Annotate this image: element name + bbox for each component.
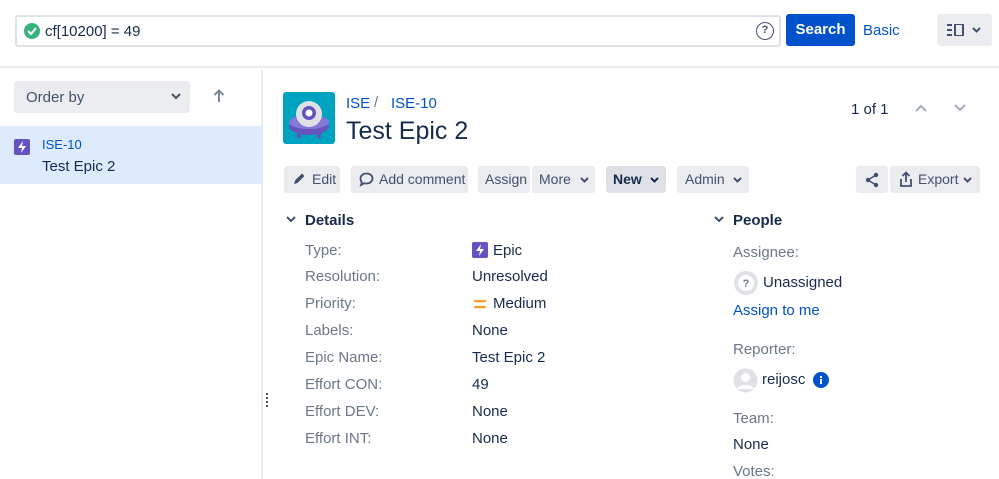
export-label: Export <box>918 171 959 187</box>
reporter-value[interactable]: reijosc <box>762 371 805 388</box>
assignee-value[interactable]: Unassigned <box>763 274 842 291</box>
layout-switcher-button[interactable] <box>937 14 992 46</box>
collapse-details-icon[interactable] <box>286 216 296 223</box>
epic-icon <box>472 242 488 258</box>
admin-label: Admin <box>685 171 725 187</box>
new-label: New <box>613 171 642 187</box>
edit-label: Edit <box>312 171 337 187</box>
more-label: More <box>539 171 571 187</box>
team-value[interactable]: None <box>733 436 769 453</box>
order-by-dropdown[interactable]: Order by <box>14 81 190 113</box>
epic-icon <box>14 139 30 155</box>
export-dropdown[interactable]: Export <box>890 166 980 193</box>
chevron-down-icon <box>963 177 972 183</box>
breadcrumb-separator: / <box>374 94 379 111</box>
share-icon <box>865 172 879 188</box>
breadcrumb-issue-key[interactable]: ISE-10 <box>391 95 437 112</box>
chevron-down-icon <box>733 177 742 183</box>
new-dropdown[interactable]: New <box>606 166 666 193</box>
pencil-icon <box>294 173 305 184</box>
team-label: Team: <box>733 410 774 427</box>
next-issue-icon[interactable] <box>953 103 967 113</box>
field-label-epic-name: Epic Name: <box>305 349 383 366</box>
comment-icon <box>359 172 374 187</box>
field-label-labels: Labels: <box>305 322 354 339</box>
project-avatar <box>283 92 335 144</box>
chevron-down-icon <box>580 177 589 183</box>
issue-summary[interactable]: Test Epic 2 <box>42 158 115 175</box>
assignee-label: Assignee: <box>733 244 799 261</box>
search-button[interactable]: Search <box>786 14 855 46</box>
list-view-icon <box>947 24 981 36</box>
field-label-priority: Priority: <box>305 295 356 312</box>
chevron-down-icon <box>171 93 181 100</box>
issue-key[interactable]: ISE-10 <box>42 137 82 152</box>
field-label-type: Type: <box>305 242 342 259</box>
export-icon <box>900 171 912 187</box>
sort-ascending-icon[interactable] <box>213 89 225 103</box>
field-label-effort-int: Effort INT: <box>305 430 372 447</box>
field-label-effort-con: Effort CON: <box>305 376 383 393</box>
breadcrumb-project[interactable]: ISE <box>346 95 370 112</box>
panel-resize-handle[interactable] <box>266 393 269 409</box>
unassigned-avatar: ? <box>734 271 758 295</box>
order-by-label: Order by <box>26 89 85 106</box>
jql-search-input[interactable]: cf[10200] = 49 ? <box>15 15 781 47</box>
basic-mode-link[interactable]: Basic <box>863 22 900 39</box>
field-label-effort-dev: Effort DEV: <box>305 403 380 420</box>
issue-title[interactable]: Test Epic 2 <box>346 117 468 146</box>
reporter-avatar <box>733 368 758 393</box>
field-value-resolution: Unresolved <box>472 268 548 285</box>
info-icon[interactable] <box>813 372 829 388</box>
search-bar: cf[10200] = 49 ? Search Basic <box>0 0 999 68</box>
assign-to-me-link[interactable]: Assign to me <box>733 302 820 319</box>
collapse-people-icon[interactable] <box>714 216 724 223</box>
share-button[interactable] <box>856 166 888 193</box>
field-label-resolution: Resolution: <box>305 268 381 285</box>
add-comment-label: Add comment <box>379 171 466 187</box>
previous-issue-icon[interactable] <box>914 103 928 113</box>
field-value-type: Epic <box>493 242 523 259</box>
field-value-epic-name[interactable]: Test Epic 2 <box>472 349 545 366</box>
admin-dropdown[interactable]: Admin <box>677 166 749 193</box>
add-comment-button[interactable]: Add comment <box>351 166 468 193</box>
field-value-effort-dev[interactable]: None <box>472 403 508 420</box>
details-heading[interactable]: Details <box>305 212 354 229</box>
list-item[interactable]: ISE-10 Test Epic 2 <box>0 126 263 184</box>
votes-label: Votes: <box>733 463 775 479</box>
field-value-priority: Medium <box>493 295 547 312</box>
field-value-effort-con[interactable]: 49 <box>472 376 489 393</box>
more-dropdown[interactable]: More <box>532 166 595 193</box>
edit-button[interactable]: Edit <box>284 166 340 193</box>
field-value-effort-int[interactable]: None <box>472 430 508 447</box>
priority-medium-icon <box>474 300 486 309</box>
pager-count: 1 of 1 <box>851 101 889 118</box>
reporter-label: Reporter: <box>733 341 796 358</box>
people-heading[interactable]: People <box>733 212 782 229</box>
valid-query-icon <box>24 23 40 39</box>
assign-button[interactable]: Assign <box>478 166 530 193</box>
jql-query-text[interactable]: cf[10200] = 49 <box>45 23 141 40</box>
chevron-down-icon <box>650 177 659 183</box>
issue-list-panel: Order by ISE-10 Test Epic 2 <box>0 70 263 479</box>
assign-label: Assign <box>485 171 528 187</box>
field-value-labels[interactable]: None <box>472 322 508 339</box>
svg-text:?: ? <box>743 278 750 290</box>
help-icon[interactable]: ? <box>756 22 774 40</box>
